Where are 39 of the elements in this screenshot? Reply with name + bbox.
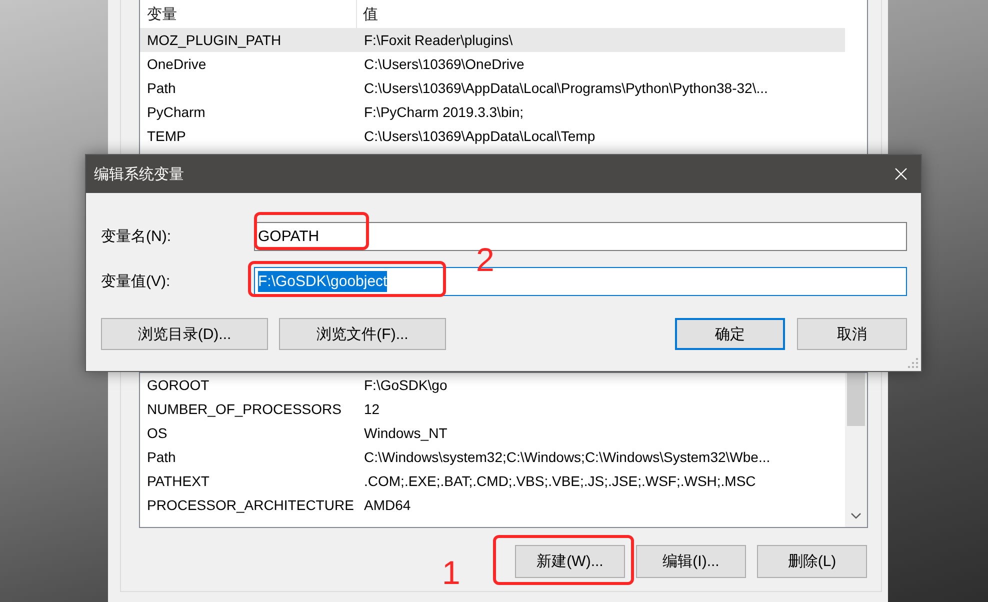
- table-cell-text: OneDrive: [146, 55, 208, 74]
- table-cell-text: Windows_NT: [363, 424, 448, 443]
- table-cell-text: PyCharm: [146, 103, 206, 122]
- table-cell-text: Path: [146, 448, 177, 467]
- table-cell: MOZ_PLUGIN_PATH: [140, 28, 357, 52]
- field-label: 变量值(V):: [101, 272, 172, 291]
- field-label: 变量名(N):: [101, 227, 172, 246]
- step-number: 1: [442, 561, 460, 585]
- table-cell-text: C:\Users\10369\OneDrive: [363, 55, 526, 74]
- table-cell-text: NUMBER_OF_PROCESSORS: [146, 400, 342, 419]
- browse-button[interactable]: 浏览目录(D)...: [101, 318, 268, 350]
- window-button[interactable]: 新建(W)...: [515, 545, 625, 578]
- table-cell-text: C:\Windows\system32;C:\Windows;C:\Windows\System32\Wbe...: [363, 448, 772, 467]
- resize-grip-icon[interactable]: [908, 358, 918, 368]
- table-cell-text: C:\Users\10369\AppData\Local\Temp: [363, 127, 596, 146]
- scroll-down-icon[interactable]: [851, 513, 861, 519]
- table-cell-text: 12: [363, 400, 381, 419]
- browse-button[interactable]: 浏览文件(F)...: [279, 318, 446, 350]
- column-header[interactable]: 值: [357, 0, 845, 28]
- table-cell-text: PROCESSOR_ARCHITECTURE: [146, 496, 355, 515]
- close-icon[interactable]: [895, 168, 907, 180]
- table-cell-text: OS: [146, 424, 168, 443]
- scrollbar[interactable]: [845, 373, 867, 527]
- table-cell-text: F:\GoSDK\go: [363, 376, 448, 395]
- table-cell-text: AMD64: [363, 496, 412, 515]
- window-button[interactable]: 编辑(I)...: [636, 545, 746, 578]
- table-cell-text: C:\Users\10369\AppData\Local\Programs\Python\Python38-32\...: [363, 79, 769, 98]
- table-cell-text: PATHEXT: [146, 472, 210, 491]
- scrollbar-thumb[interactable]: [847, 373, 865, 426]
- table-cell-text: .COM;.EXE;.BAT;.CMD;.VBS;.VBE;.JS;.JSE;.WSF;.WSH;.MSC: [363, 472, 757, 491]
- window-button[interactable]: 删除(L): [757, 545, 867, 578]
- table-cell-text: TEMP: [146, 127, 187, 146]
- table-cell-text: GOROOT: [146, 376, 210, 395]
- table-cell: F:\Foxit Reader\plugins\: [357, 28, 845, 52]
- table-cell-text: Path: [146, 79, 177, 98]
- dialog-button[interactable]: 取消: [797, 318, 907, 350]
- dialog-title: 编辑系统变量: [94, 164, 184, 184]
- dialog-button[interactable]: 确定: [675, 318, 785, 350]
- table-cell-text: F:\PyCharm 2019.3.3\bin;: [363, 103, 525, 122]
